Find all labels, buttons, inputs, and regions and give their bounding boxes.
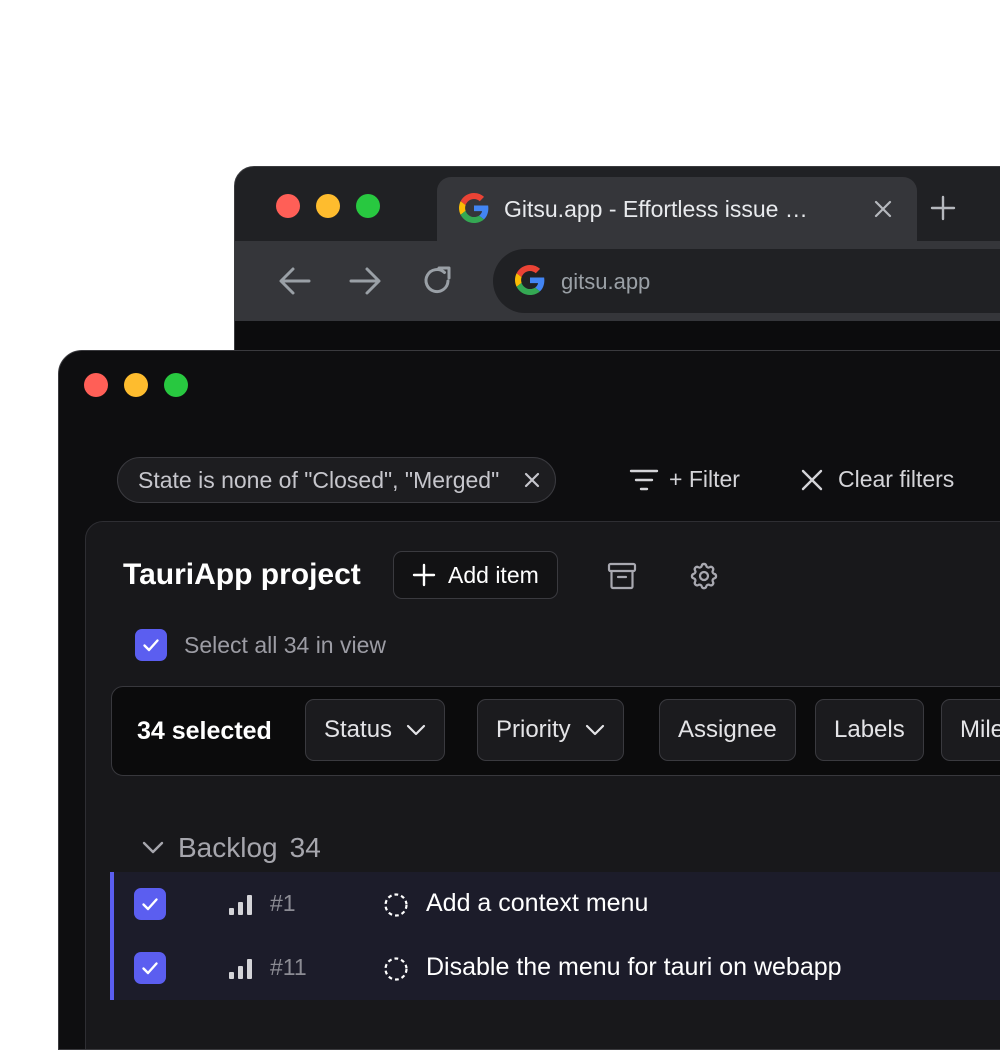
address-bar[interactable]: gitsu.app xyxy=(493,249,1000,313)
url-text: gitsu.app xyxy=(561,269,651,294)
close-icon[interactable] xyxy=(873,199,893,219)
app-traffic-lights xyxy=(84,373,188,397)
group-header-backlog[interactable]: Backlog 34 xyxy=(142,832,321,864)
app-window: State is none of "Closed", "Merged" + Fi… xyxy=(58,350,1000,1050)
issue-title[interactable]: Add a context menu xyxy=(426,889,648,918)
milestone-label: Mile xyxy=(960,716,1000,743)
chevron-down-icon xyxy=(406,724,426,736)
select-all-label: Select all 34 in view xyxy=(184,631,386,658)
chevron-down-icon xyxy=(142,841,164,854)
priority-label: Priority xyxy=(496,716,571,743)
browser-tab[interactable]: Gitsu.app - Effortless issue … xyxy=(437,177,917,241)
browser-traffic-lights xyxy=(276,194,380,218)
issue-number: #1 xyxy=(270,890,296,916)
assignee-button[interactable]: Assignee xyxy=(659,699,796,761)
group-name: Backlog xyxy=(178,832,278,863)
status-label: Status xyxy=(324,716,393,743)
issue-number: #11 xyxy=(270,954,307,980)
zoom-window-button[interactable] xyxy=(356,194,380,218)
google-icon xyxy=(515,265,545,295)
issue-title[interactable]: Disable the menu for tauri on webapp xyxy=(426,953,842,982)
check-icon xyxy=(143,639,159,652)
close-window-button[interactable] xyxy=(276,194,300,218)
archive-icon[interactable] xyxy=(606,560,638,592)
labels-label: Labels xyxy=(834,716,905,743)
close-icon xyxy=(800,468,824,492)
project-title: TauriApp project xyxy=(123,558,361,591)
arrow-right-icon[interactable] xyxy=(347,263,383,299)
status-dropdown[interactable]: Status xyxy=(305,699,446,761)
add-filter-button[interactable]: + Filter xyxy=(629,466,740,493)
priority-dropdown[interactable]: Priority xyxy=(477,699,624,761)
check-icon xyxy=(142,962,158,975)
checkbox[interactable] xyxy=(135,629,167,661)
minimize-window-button[interactable] xyxy=(124,373,148,397)
assignee-label: Assignee xyxy=(678,716,777,743)
minimize-window-button[interactable] xyxy=(316,194,340,218)
table-row[interactable]: #1 Add a context menu xyxy=(110,872,1000,936)
add-filter-label: + Filter xyxy=(669,466,740,492)
add-item-label: Add item xyxy=(448,561,539,588)
check-icon xyxy=(142,898,158,911)
clear-filters-label: Clear filters xyxy=(838,466,955,492)
priority-bars-icon[interactable] xyxy=(228,894,254,916)
filter-chip-label: State is none of "Closed", "Merged" xyxy=(138,466,500,493)
gear-icon[interactable] xyxy=(688,560,720,592)
zoom-window-button[interactable] xyxy=(164,373,188,397)
table-row[interactable]: #11 Disable the menu for tauri on webapp xyxy=(110,936,1000,1000)
plus-icon xyxy=(412,563,436,587)
project-panel: TauriApp project Add item Select all 34 … xyxy=(85,521,1000,1049)
close-icon[interactable] xyxy=(523,471,541,489)
clear-filters-button[interactable]: Clear filters xyxy=(800,466,954,493)
close-window-button[interactable] xyxy=(84,373,108,397)
tab-title: Gitsu.app - Effortless issue … xyxy=(504,196,808,222)
chevron-down-icon xyxy=(585,724,604,736)
labels-button[interactable]: Labels xyxy=(815,699,924,761)
arrow-left-icon[interactable] xyxy=(277,263,313,299)
milestone-button[interactable]: Mile xyxy=(941,699,1000,761)
browser-toolbar: gitsu.app xyxy=(235,241,1000,321)
google-icon xyxy=(459,193,489,223)
open-state-icon[interactable] xyxy=(383,892,409,918)
checkbox[interactable] xyxy=(134,952,166,984)
selected-count: 34 selected xyxy=(137,717,272,745)
group-count: 34 xyxy=(289,832,321,863)
checkbox[interactable] xyxy=(134,888,166,920)
priority-bars-icon[interactable] xyxy=(228,958,254,980)
select-all-checkbox[interactable]: Select all 34 in view xyxy=(135,629,386,661)
bulk-action-bar: 34 selected Status Priority Assignee Lab… xyxy=(111,686,1000,776)
plus-icon[interactable] xyxy=(930,195,956,221)
filter-icon xyxy=(629,467,659,493)
reload-icon[interactable] xyxy=(419,263,455,299)
add-item-button[interactable]: Add item xyxy=(393,551,558,599)
open-state-icon[interactable] xyxy=(383,956,409,982)
state-filter-chip[interactable]: State is none of "Closed", "Merged" xyxy=(117,457,557,503)
